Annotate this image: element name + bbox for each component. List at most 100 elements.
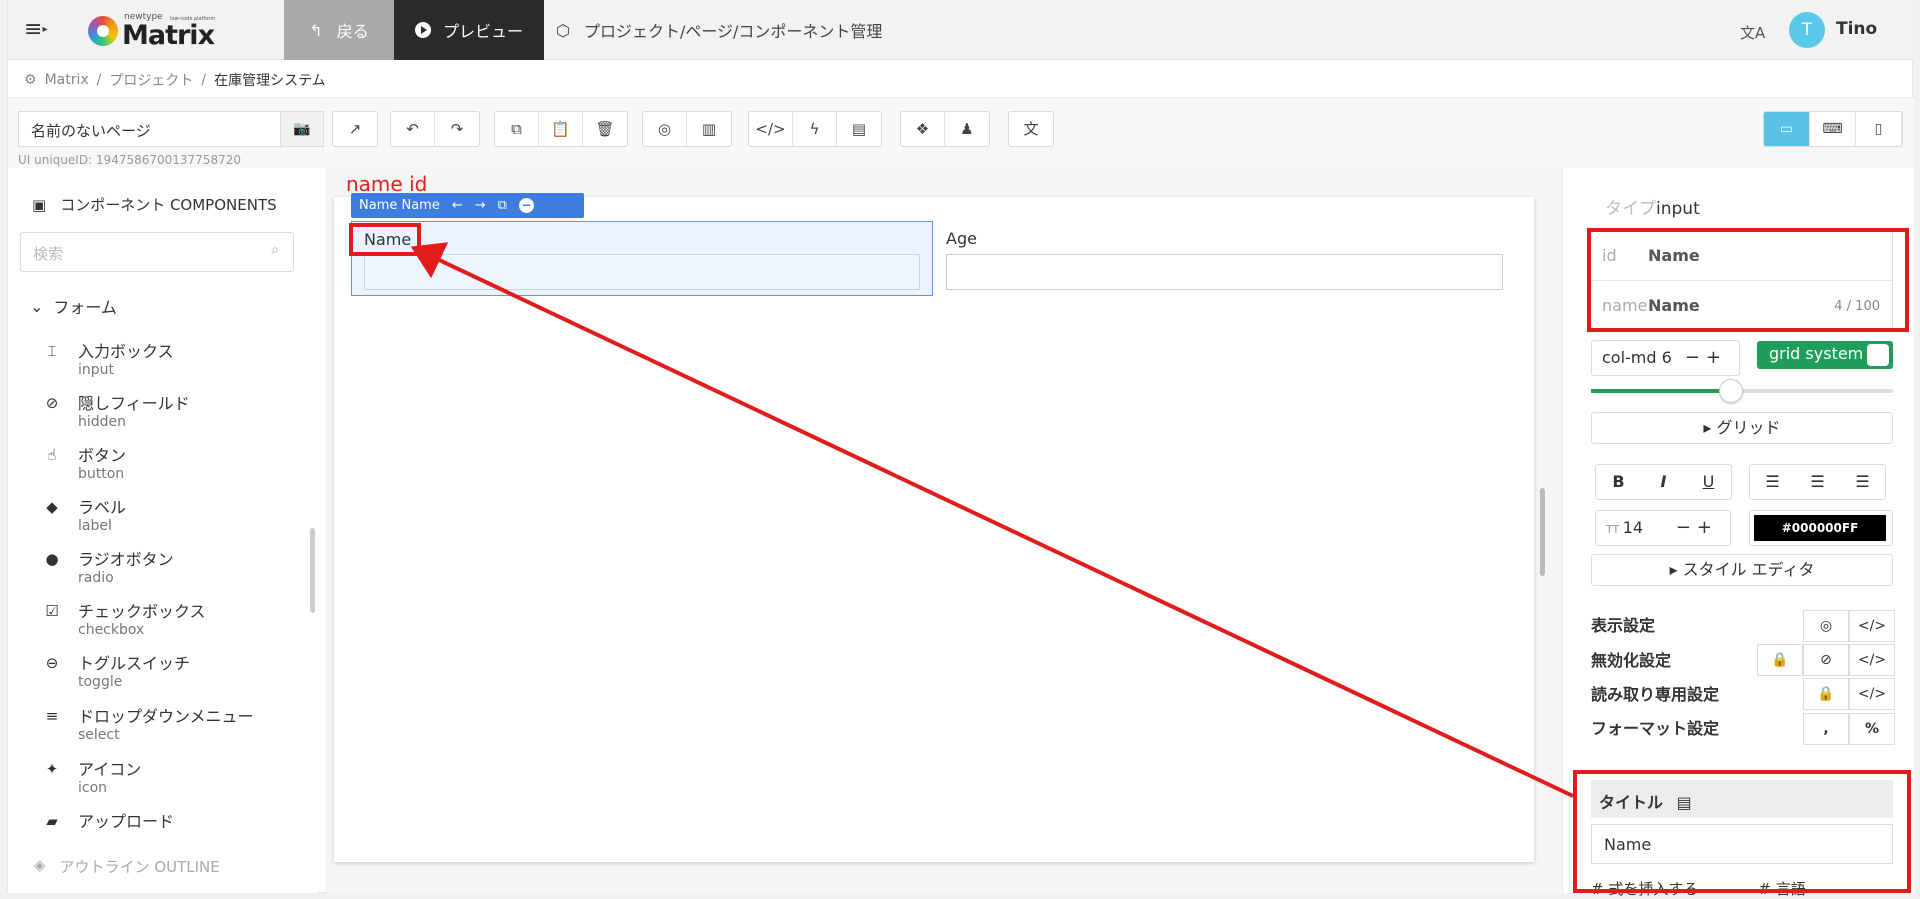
mobile-icon[interactable]: ▯ (1856, 112, 1902, 146)
code-icon[interactable]: </> (1849, 610, 1895, 642)
paste-icon[interactable]: 📋 (539, 112, 583, 146)
align-center-icon[interactable]: ☰ (1795, 465, 1840, 499)
item-label: ボタン (78, 446, 127, 465)
page-title-text: プロジェクト/ページ/コンポーネント管理 (583, 22, 883, 41)
component-item-input[interactable]: ⌶ 入力ボックス input (42, 338, 302, 388)
back-button[interactable]: ↰ 戻る (284, 0, 394, 60)
component-item-upload[interactable]: ▰ アップロード (42, 808, 302, 830)
bold-icon[interactable]: B (1596, 465, 1641, 499)
redo-icon[interactable]: ↷ (435, 112, 479, 146)
slider-handle[interactable] (1719, 379, 1743, 403)
lock-icon[interactable]: 🔒 (1757, 644, 1803, 676)
undo-icon[interactable]: ↶ (391, 112, 435, 146)
plus-minus-icon[interactable]: −+ (1685, 347, 1727, 368)
code-icon[interactable]: </> (1849, 678, 1895, 710)
italic-icon[interactable]: I (1641, 465, 1686, 499)
eye-slash-icon[interactable]: ◎ (643, 112, 687, 146)
group-label: フォーム (53, 298, 117, 317)
component-item-checkbox[interactable]: ☑ チェックボックス checkbox (42, 598, 302, 648)
user-name[interactable]: Tino (1836, 19, 1877, 39)
arrow-right-icon[interactable]: → (475, 198, 486, 213)
item-label: ラベル (78, 498, 127, 517)
page-sheet[interactable]: name id Name Name Name ← → ⧉ − Age (334, 172, 1534, 862)
inbox-icon: ▣ (32, 195, 47, 214)
breadcrumb: ⚙ Matrix / プロジェクト / 在庫管理システム (24, 70, 326, 90)
translate-icon[interactable]: 文 (1009, 112, 1053, 146)
code-group: </> ϟ ▤ (748, 111, 882, 147)
file-code-icon[interactable]: ▤ (837, 112, 881, 146)
code-icon[interactable]: </> (1849, 644, 1895, 676)
plus-minus-icon[interactable]: −+ (1676, 517, 1718, 538)
avatar[interactable]: T (1789, 12, 1825, 48)
scrollbar[interactable] (1540, 488, 1545, 576)
arrow-left-icon[interactable]: ← (452, 198, 463, 213)
laptop-icon[interactable]: ⌨ (1810, 112, 1856, 146)
outline-tab[interactable]: ◈ アウトライン OUTLINE (34, 856, 220, 877)
component-item-icon[interactable]: ✦ アイコン icon (42, 756, 302, 806)
text-align-group: ☰ ☰ ☰ (1749, 464, 1886, 500)
item-label: アップロード (78, 812, 175, 830)
component-type: タイプinput (1605, 194, 1700, 219)
ban-icon[interactable]: ⊘ (1803, 644, 1849, 676)
camera-icon[interactable]: 📷 (280, 111, 324, 147)
item-label: ラジオボタン (78, 550, 174, 569)
name-input[interactable] (364, 254, 920, 290)
search-input[interactable]: 検索 ⌕ (20, 232, 294, 272)
color-picker[interactable]: #000000FF (1749, 510, 1893, 546)
toggle-icon: ⊖ (45, 654, 59, 672)
user-secret-icon[interactable]: ♟ (945, 112, 989, 146)
code-icon[interactable]: </> (749, 112, 793, 146)
column-stepper[interactable]: col-md 6 −+ (1591, 340, 1740, 376)
align-right-icon[interactable]: ☰ (1840, 465, 1885, 499)
breadcrumb-item[interactable]: Matrix (45, 72, 89, 88)
breadcrumb-current: 在庫管理システム (214, 73, 326, 89)
pointer-icon: ☝ (47, 446, 57, 464)
page-name-input[interactable]: 名前のないページ (18, 111, 290, 147)
component-item-label[interactable]: ◆ ラベル label (42, 494, 302, 544)
map-icon[interactable]: ▥ (687, 112, 731, 146)
bolt-icon[interactable]: ϟ (793, 112, 837, 146)
field-label-age: Age (946, 229, 977, 248)
menu-icon[interactable]: ≡▸ (24, 16, 64, 44)
preview-label: プレビュー (442, 22, 523, 41)
comma-icon[interactable]: , (1803, 713, 1849, 745)
item-label: アイコン (78, 760, 142, 779)
preview-button[interactable]: プレビュー (394, 0, 544, 60)
component-item-toggle[interactable]: ⊖ トグルスイッチ toggle (42, 650, 302, 700)
remove-icon[interactable]: − (518, 198, 534, 213)
column-slider[interactable] (1591, 379, 1893, 403)
component-item-hidden[interactable]: ⊘ 隠しフィールド hidden (42, 390, 302, 440)
properties-panel: タイプinput id Name name Name 4 / 100 col-m… (1562, 168, 1914, 898)
matrix-logo[interactable]: newtype low-code platform Matrix (88, 10, 228, 51)
column-label: col-md 6 (1602, 348, 1672, 367)
style-editor-button[interactable]: ▸ スタイル エディタ (1591, 554, 1893, 586)
trash-icon[interactable]: 🗑 (583, 112, 627, 146)
translate-icon[interactable]: 文A (1740, 22, 1765, 43)
shapes-icon: ✦ (45, 760, 59, 778)
text-style-group: B I U (1595, 464, 1732, 500)
align-left-icon[interactable]: ☰ (1750, 465, 1795, 499)
components-header: ▣ コンポーネント COMPONENTS (32, 194, 277, 215)
external-link-icon[interactable]: ↗ (333, 112, 377, 146)
lock-icon[interactable]: 🔒 (1803, 678, 1849, 710)
group-form[interactable]: ⌄ フォーム (30, 294, 117, 318)
age-input[interactable] (946, 254, 1503, 290)
grid-system-toggle[interactable]: grid system (1757, 341, 1893, 369)
component-item-button[interactable]: ☝ ボタン button (42, 442, 302, 492)
component-item-select[interactable]: ≡ ドロップダウンメニュー select (42, 703, 302, 753)
font-size-stepper[interactable]: TT 14 −+ (1595, 510, 1731, 546)
breadcrumb-item[interactable]: プロジェクト (109, 70, 193, 90)
component-item-radio[interactable]: ● ラジオボタン radio (42, 546, 302, 596)
grid-system-label: grid system (1769, 344, 1864, 363)
underline-icon[interactable]: U (1686, 465, 1731, 499)
desktop-icon[interactable]: ▭ (1764, 112, 1810, 146)
cubes-icon[interactable]: ❖ (901, 112, 945, 146)
scrollbar[interactable] (310, 528, 315, 613)
selected-input-component[interactable]: Name (351, 221, 933, 296)
list-icon: ≡ (45, 707, 59, 725)
copy-icon[interactable]: ⧉ (495, 112, 539, 146)
eye-slash-icon[interactable]: ◎ (1803, 610, 1849, 642)
copy-icon[interactable]: ⧉ (498, 198, 507, 213)
grid-button[interactable]: ▸ グリッド (1591, 412, 1893, 444)
percent-icon[interactable]: % (1849, 713, 1895, 745)
